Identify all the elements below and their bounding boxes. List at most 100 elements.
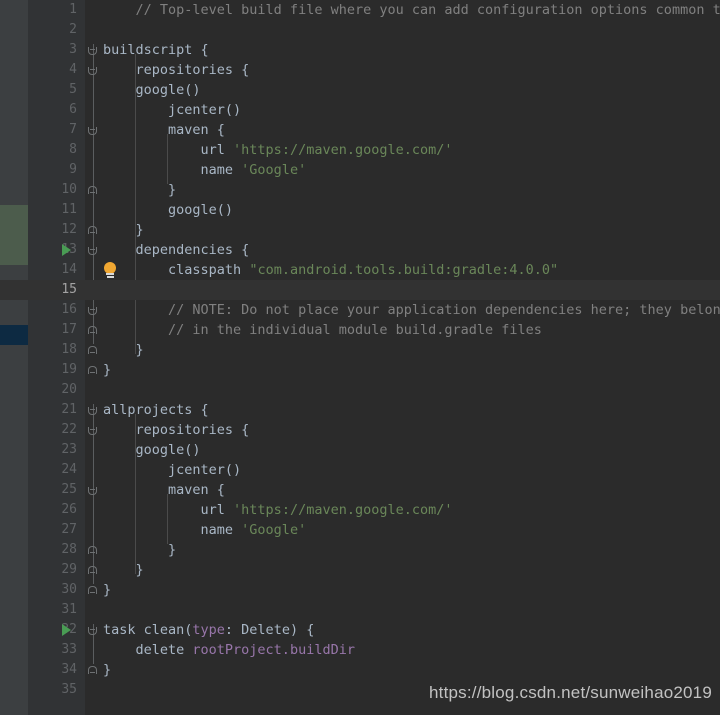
code-line[interactable]: 17 // in the individual module build.gra… — [0, 320, 720, 340]
code-token: url — [103, 502, 234, 518]
code-line[interactable]: 23 google() — [0, 440, 720, 460]
code-line[interactable]: 22 repositories { — [0, 420, 720, 440]
fold-end-icon[interactable] — [88, 546, 97, 554]
code-line[interactable]: 34} — [0, 660, 720, 680]
code-token: rootProject.buildDir — [192, 642, 355, 658]
code-text: name 'Google' — [103, 160, 307, 180]
code-line[interactable]: 21 allprojects { — [0, 400, 720, 420]
run-gutter-icon[interactable] — [62, 244, 71, 256]
intention-bulb-icon[interactable] — [103, 262, 117, 278]
code-line[interactable]: 11 google() — [0, 200, 720, 220]
code-token: // NOTE: Do not place your application d… — [103, 302, 720, 318]
code-line[interactable]: 15 — [0, 280, 720, 300]
code-token: name — [103, 162, 242, 178]
code-line[interactable]: 31 — [0, 600, 720, 620]
code-token: } — [103, 582, 112, 598]
fold-end-icon[interactable] — [88, 186, 97, 194]
fold-collapse-icon[interactable] — [88, 47, 97, 55]
code-token: maven { — [103, 482, 225, 498]
fold-collapse-icon[interactable] — [88, 127, 97, 135]
code-token: task clean( — [103, 622, 193, 638]
line-number: 16 — [61, 302, 77, 317]
line-number: 19 — [61, 362, 77, 377]
code-line[interactable]: 8 url 'https://maven.google.com/' — [0, 140, 720, 160]
code-text: // Top-level build file where you can ad… — [103, 0, 720, 20]
code-line[interactable]: 10 } — [0, 180, 720, 200]
line-number: 3 — [69, 42, 77, 57]
line-number: 20 — [61, 382, 77, 397]
line-number: 35 — [61, 682, 77, 697]
code-token: type — [192, 622, 225, 638]
code-token: url — [103, 142, 234, 158]
code-line[interactable]: 26 url 'https://maven.google.com/' — [0, 500, 720, 520]
code-token: jcenter() — [103, 102, 242, 118]
fold-collapse-icon[interactable] — [88, 247, 97, 255]
code-editor[interactable]: 1 // Top-level build file where you can … — [0, 0, 720, 715]
code-line[interactable]: 20 — [0, 380, 720, 400]
code-line[interactable]: 28 } — [0, 540, 720, 560]
fold-collapse-icon[interactable] — [88, 67, 97, 75]
code-text: google() — [103, 440, 201, 460]
fold-end-icon[interactable] — [88, 346, 97, 354]
code-token: // Top-level build file where you can ad… — [135, 2, 720, 18]
bulb-base-upper — [106, 273, 114, 275]
code-line[interactable]: 29 } — [0, 560, 720, 580]
line-number: 10 — [61, 182, 77, 197]
fold-collapse-icon[interactable] — [88, 307, 97, 315]
watermark-url: https://blog.csdn.net/sunweihao2019 — [429, 683, 712, 702]
code-line[interactable]: 27 name 'Google' — [0, 520, 720, 540]
code-token: maven { — [103, 122, 225, 138]
code-line[interactable]: 1 // Top-level build file where you can … — [0, 0, 720, 20]
line-number: 29 — [61, 562, 77, 577]
fold-end-icon[interactable] — [88, 586, 97, 594]
fold-end-icon[interactable] — [88, 666, 97, 674]
code-line[interactable]: 32 task clean(type: Delete) { — [0, 620, 720, 640]
fold-collapse-icon[interactable] — [88, 487, 97, 495]
line-number: 4 — [69, 62, 77, 77]
code-line[interactable]: 3 buildscript { — [0, 40, 720, 60]
code-token: delete — [103, 642, 193, 658]
bulb-base-lower — [106, 276, 114, 278]
code-text: } — [103, 360, 111, 380]
code-line[interactable]: 16 // NOTE: Do not place your applicatio… — [0, 300, 720, 320]
fold-collapse-icon[interactable] — [88, 407, 97, 415]
code-line[interactable]: 9 name 'Google' — [0, 160, 720, 180]
fold-collapse-icon[interactable] — [88, 627, 97, 635]
code-line[interactable]: 33 delete rootProject.buildDir — [0, 640, 720, 660]
line-number: 24 — [61, 462, 77, 477]
code-line[interactable]: 12 } — [0, 220, 720, 240]
code-token: repositories { — [103, 62, 250, 78]
code-line[interactable]: 13 dependencies { — [0, 240, 720, 260]
fold-end-icon[interactable] — [88, 366, 97, 374]
fold-end-icon[interactable] — [88, 326, 97, 334]
code-token: } — [103, 342, 144, 358]
code-token: google() — [103, 202, 234, 218]
code-text: maven { — [103, 480, 225, 500]
code-line[interactable]: 5 google() — [0, 80, 720, 100]
fold-end-icon[interactable] — [88, 566, 97, 574]
code-text: jcenter() — [103, 100, 241, 120]
fold-collapse-icon[interactable] — [88, 427, 97, 435]
code-line[interactable]: 24 jcenter() — [0, 460, 720, 480]
code-token: repositories { — [103, 422, 250, 438]
code-line[interactable]: 30} — [0, 580, 720, 600]
code-line[interactable]: 18 } — [0, 340, 720, 360]
code-token: } — [103, 662, 112, 678]
code-line[interactable]: 4 repositories { — [0, 60, 720, 80]
code-line[interactable]: 25 maven { — [0, 480, 720, 500]
code-text: } — [103, 540, 176, 560]
code-line[interactable]: 2 — [0, 20, 720, 40]
code-token: "com.android.tools.build:gradle:4.0.0" — [249, 262, 559, 278]
code-token: dependencies { — [103, 242, 250, 258]
line-number: 11 — [61, 202, 77, 217]
code-line[interactable]: 7 maven { — [0, 120, 720, 140]
code-line[interactable]: 6 jcenter() — [0, 100, 720, 120]
code-token: } — [103, 562, 144, 578]
line-number: 25 — [61, 482, 77, 497]
code-line[interactable]: 19} — [0, 360, 720, 380]
code-text: url 'https://maven.google.com/' — [103, 500, 453, 520]
fold-end-icon[interactable] — [88, 226, 97, 234]
code-text: repositories { — [103, 420, 250, 440]
run-gutter-icon[interactable] — [62, 624, 71, 636]
code-token: : Delete) { — [224, 622, 315, 638]
